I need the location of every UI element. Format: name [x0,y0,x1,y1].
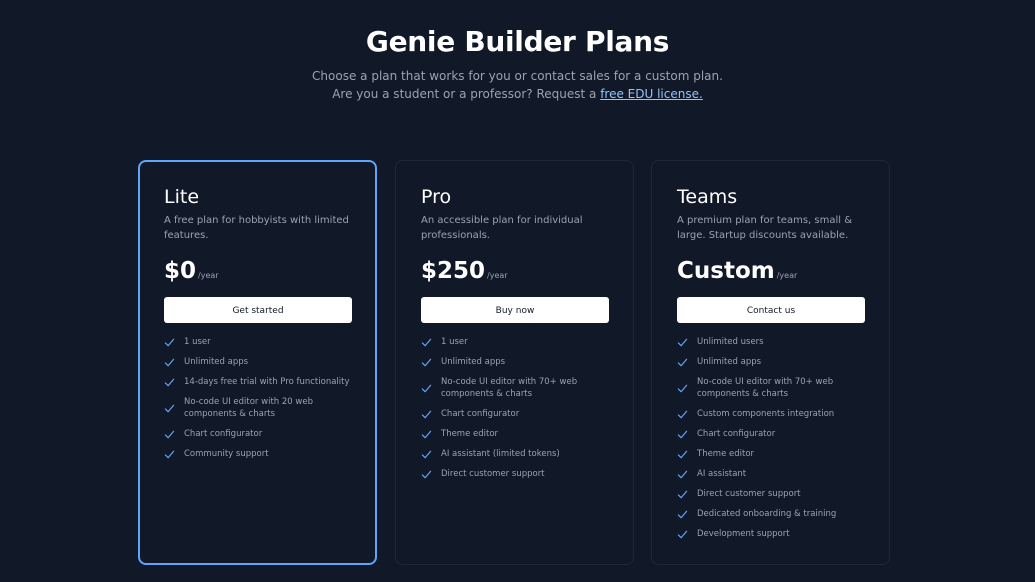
plan-description: A free plan for hobbyists with limited f… [164,215,349,241]
price-amount: $250 [421,258,486,284]
check-icon [677,529,688,540]
plan-description: A premium plan for teams, small & large.… [677,215,853,241]
check-icon [421,337,432,348]
price-period: /year [487,271,508,280]
feature-text: Theme editor [697,449,755,459]
price-period: /year [198,271,219,280]
feature-item: Development support [677,528,871,540]
feature-text: Direct customer support [697,489,801,499]
check-icon [421,409,432,420]
feature-item: No-code UI editor with 20 web components… [164,396,357,420]
feature-item: 1 user [164,336,357,348]
price-amount: Custom [677,258,775,284]
feature-text: No-code UI editor with 70+ web component… [697,377,834,399]
check-icon [677,357,688,368]
feature-item: AI assistant [677,468,871,480]
check-icon [677,429,688,440]
feature-item: No-code UI editor with 70+ web component… [677,376,871,400]
page-title: Genie Builder Plans [365,25,670,58]
feature-item: Unlimited apps [421,356,615,368]
plan-name: Pro [421,186,452,208]
feature-item: Unlimited apps [677,356,871,368]
feature-item: AI assistant (limited tokens) [421,448,615,460]
feature-text: No-code UI editor with 70+ web component… [441,377,578,399]
feature-item: 14-days free trial with Pro functionalit… [164,376,357,388]
feature-text: Theme editor [441,429,499,439]
feature-text: Custom components integration [697,409,835,419]
feature-list: 1 user Unlimited apps 14-days free trial w… [164,336,357,468]
plan-name: Lite [164,186,200,208]
feature-text: AI assistant [697,469,747,479]
feature-text: Unlimited apps [184,357,249,367]
price-amount: $0 [164,258,197,284]
feature-text: Unlimited apps [697,357,762,367]
feature-text: Dedicated onboarding & training [697,509,837,519]
feature-text: AI assistant (limited tokens) [441,449,560,459]
check-icon [677,337,688,348]
check-icon [677,469,688,480]
feature-text: Development support [697,529,790,539]
feature-item: 1 user [421,336,615,348]
feature-text: 1 user [441,337,468,347]
feature-text: Chart configurator [697,429,776,439]
feature-list: 1 user Unlimited apps No-code UI editor wi… [421,336,615,488]
check-icon [164,357,175,368]
check-icon [164,449,175,460]
price-period: /year [776,271,798,280]
feature-item: Theme editor [677,448,871,460]
check-icon [421,449,432,460]
feature-item: Direct customer support [677,488,871,500]
feature-text: Unlimited users [697,337,764,347]
check-icon [421,429,432,440]
check-icon [164,403,175,414]
feature-item: Dedicated onboarding & training [677,508,871,520]
subtitle-line-2: Are you a student or a professor? Reques… [0,85,1035,103]
feature-list: Unlimited users Unlimited apps No-code UI … [677,336,871,548]
plan-name: Teams [677,186,738,208]
check-icon [164,377,175,388]
check-icon [677,489,688,500]
feature-item: Direct customer support [421,468,615,480]
plan-price: $0/year [164,257,219,285]
feature-item: Custom components integration [677,408,871,420]
feature-item: Chart configurator [421,408,615,420]
feature-item: Chart configurator [677,428,871,440]
check-icon [421,357,432,368]
feature-text: Community support [184,449,269,459]
plan-card-lite: Lite A free plan for hobbyists with limit… [138,160,377,565]
plan-card-teams: Teams A premium plan for teams, small & l… [651,160,890,565]
feature-text: 14-days free trial with Pro functionalit… [184,377,350,387]
feature-item: Theme editor [421,428,615,440]
page-subtitle: Choose a plan that works for you or cont… [0,67,1035,103]
feature-item: Unlimited users [677,336,871,348]
check-icon [164,337,175,348]
feature-text: 1 user [184,337,211,347]
feature-item: Unlimited apps [164,356,357,368]
feature-text: Chart configurator [184,429,263,439]
plan-cta-button[interactable]: Get started [164,297,352,323]
check-icon [677,449,688,460]
check-icon [677,383,688,394]
plan-card-pro: Pro An accessible plan for individual pro… [395,160,634,565]
edu-license-link[interactable]: free EDU license. [600,87,703,101]
feature-item: Chart configurator [164,428,357,440]
check-icon [421,469,432,480]
plan-cta-button[interactable]: Contact us [677,297,865,323]
feature-item: No-code UI editor with 70+ web component… [421,376,615,400]
feature-text: Unlimited apps [441,357,506,367]
feature-text: No-code UI editor with 20 web components… [184,397,313,419]
feature-text: Chart configurator [441,409,520,419]
feature-item: Community support [164,448,357,460]
check-icon [677,409,688,420]
subtitle-line-1: Choose a plan that works for you or cont… [312,69,723,83]
plan-description: An accessible plan for individual profes… [421,215,583,241]
feature-text: Direct customer support [441,469,545,479]
plan-price: Custom/year [677,257,797,285]
subtitle-line-2-text: Are you a student or a professor? Reques… [332,87,601,101]
check-icon [677,509,688,520]
check-icon [164,429,175,440]
check-icon [421,383,432,394]
plan-cta-button[interactable]: Buy now [421,297,609,323]
plan-price: $250/year [421,257,508,285]
